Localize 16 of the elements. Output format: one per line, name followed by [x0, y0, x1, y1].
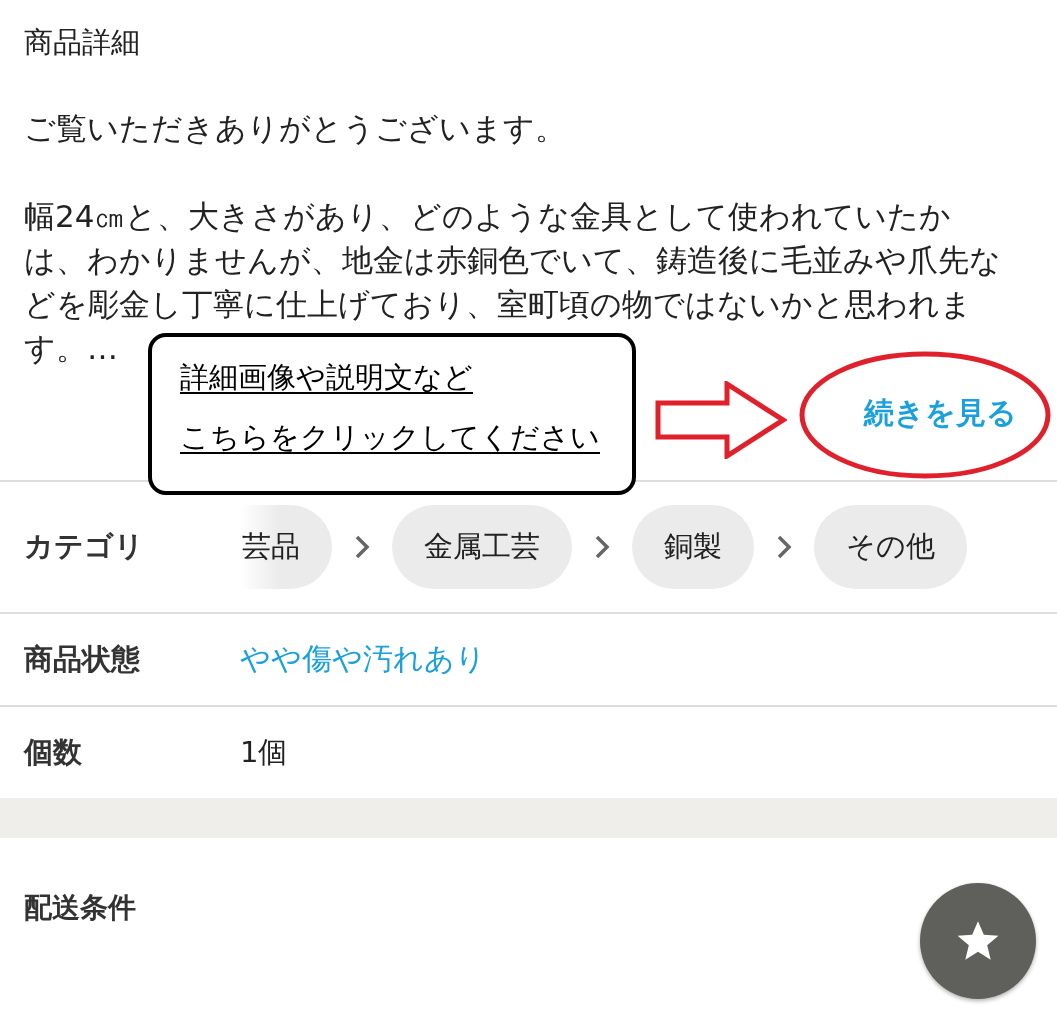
annotation-link[interactable]: こちらをクリックしてください: [180, 417, 600, 457]
spec-label: 商品状態: [24, 640, 141, 678]
category-chip[interactable]: 銅製: [632, 505, 754, 589]
category-chip[interactable]: 金属工芸: [392, 505, 572, 589]
section-title: 商品詳細: [24, 24, 141, 61]
spec-value: 1個: [240, 733, 288, 771]
category-chip[interactable]: 芸品: [240, 505, 332, 589]
spec-label: カテゴリ: [24, 528, 145, 565]
shipping-title: 配送条件: [24, 890, 137, 926]
chevron-right-icon: [354, 534, 370, 560]
description-text: ご覧いただきありがとうございます。: [24, 109, 567, 148]
chevron-right-icon: [776, 534, 792, 560]
arrow-icon: [655, 381, 787, 459]
chevron-right-icon: [594, 534, 610, 560]
spec-label: 個数: [24, 733, 83, 771]
category-chip[interactable]: その他: [814, 505, 967, 589]
